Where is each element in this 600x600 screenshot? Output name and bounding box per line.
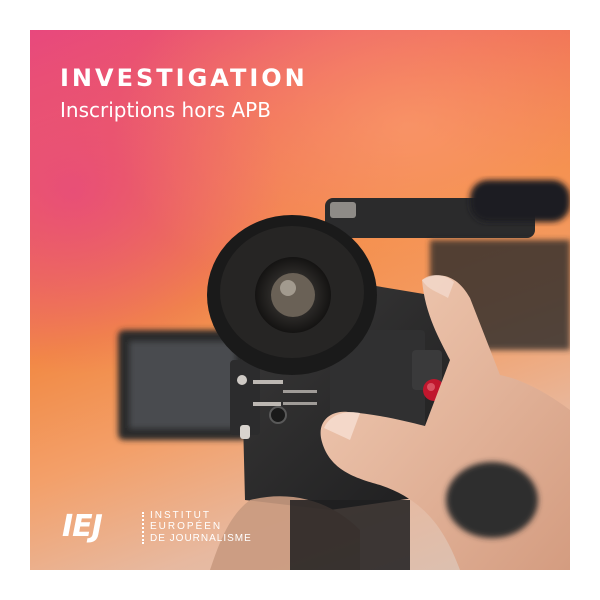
iej-logo: IEJ INSTITUT EUROPÉEN DE JOURNALISME (62, 509, 282, 549)
subheadline: Inscriptions hors APB (60, 98, 271, 122)
logo-divider (142, 512, 146, 544)
logo-mark: IEJ (62, 509, 103, 544)
logo-line-2: EUROPÉEN (150, 521, 223, 532)
logo-line-3: DE JOURNALISME (150, 533, 252, 544)
promo-card: INVESTIGATION Inscriptions hors APB IEJ … (30, 30, 570, 570)
headline: INVESTIGATION (60, 64, 308, 92)
